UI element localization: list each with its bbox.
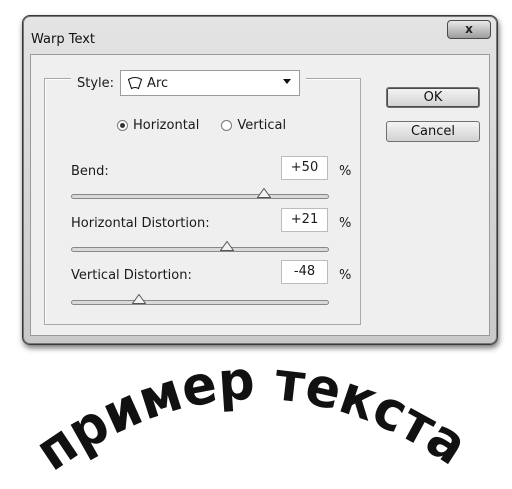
dialog-body: Style: Arc Horizontal Vertical Bend: +50… bbox=[30, 54, 490, 336]
vertical-distortion-label: Vertical Distortion: bbox=[71, 268, 192, 283]
warped-sample-text-path: пример текста bbox=[24, 350, 478, 483]
style-row: Style: Arc bbox=[71, 70, 307, 96]
style-label: Style: bbox=[77, 75, 115, 91]
horizontal-distortion-input[interactable]: +21 bbox=[281, 208, 328, 232]
horizontal-distortion-unit: % bbox=[339, 216, 352, 231]
horizontal-distortion-label: Horizontal Distortion: bbox=[71, 216, 210, 231]
warped-sample-text: пример текста bbox=[24, 350, 478, 483]
vertical-distortion-unit: % bbox=[339, 268, 352, 283]
warped-text-preview: пример текста bbox=[24, 350, 478, 483]
orientation-row: Horizontal Vertical bbox=[117, 118, 308, 133]
horizontal-distortion-slider-track[interactable] bbox=[71, 241, 329, 252]
cancel-button[interactable]: Cancel bbox=[386, 121, 480, 142]
close-icon: x bbox=[465, 22, 473, 36]
horizontal-label[interactable]: Horizontal bbox=[133, 118, 199, 133]
style-value: Arc bbox=[147, 75, 169, 91]
arc-style-icon bbox=[127, 76, 143, 90]
warp-settings-group bbox=[44, 78, 361, 325]
bend-unit: % bbox=[339, 164, 352, 179]
close-button[interactable]: x bbox=[447, 20, 491, 39]
vertical-radio[interactable] bbox=[221, 120, 233, 131]
window-title: Warp Text bbox=[31, 32, 96, 47]
horizontal-radio[interactable] bbox=[117, 120, 128, 131]
horizontal-distortion-slider-thumb[interactable] bbox=[219, 241, 234, 251]
bend-input[interactable]: +50 bbox=[281, 156, 328, 180]
chevron-down-icon bbox=[283, 79, 292, 84]
vertical-distortion-slider-track[interactable] bbox=[71, 294, 329, 305]
bend-label: Bend: bbox=[71, 164, 109, 179]
vertical-label[interactable]: Vertical bbox=[237, 118, 286, 133]
style-dropdown[interactable]: Arc bbox=[120, 70, 301, 96]
warp-text-dialog: Warp Text x Style: Arc Horizontal Vertic… bbox=[22, 15, 498, 345]
vertical-distortion-input[interactable]: -48 bbox=[281, 260, 328, 284]
bend-slider-thumb[interactable] bbox=[257, 188, 271, 198]
vertical-distortion-slider-thumb[interactable] bbox=[131, 294, 146, 304]
bend-slider-track[interactable] bbox=[71, 188, 329, 199]
ok-button[interactable]: OK bbox=[386, 87, 480, 108]
